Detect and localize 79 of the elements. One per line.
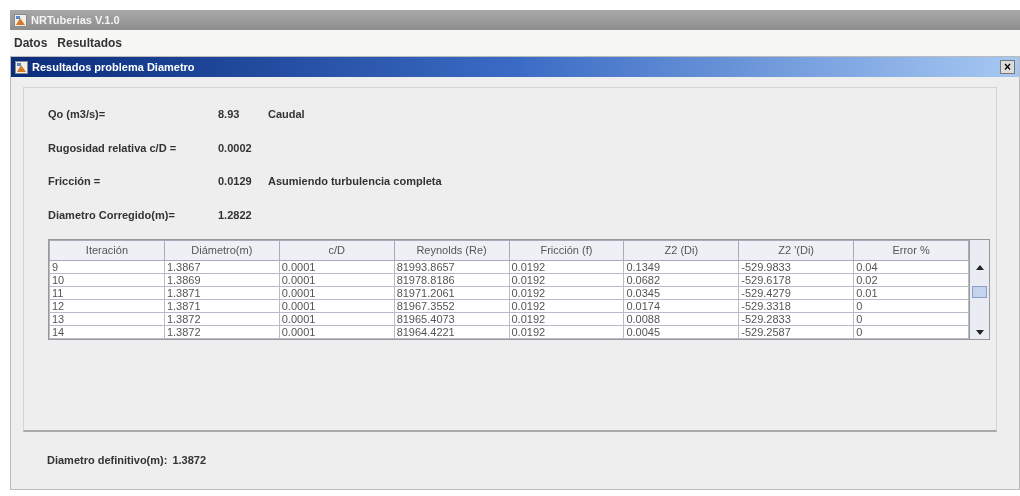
- table-cell: 0.0088: [623, 312, 739, 326]
- table-cell: 0.0001: [279, 312, 395, 326]
- field-value: 0.0129: [218, 174, 253, 189]
- table-cell: 14: [49, 325, 165, 339]
- table-cell: 13: [49, 312, 165, 326]
- table-cell: -529.2833: [738, 312, 854, 326]
- table-cell: 1.3871: [164, 286, 280, 300]
- table-cell: 0.02: [853, 273, 969, 287]
- menu-item[interactable]: Resultados: [57, 34, 123, 52]
- table-cell: 81978.8186: [394, 273, 509, 287]
- table-cell: 0.0001: [279, 260, 395, 274]
- field-value: 8.93: [218, 107, 241, 122]
- field-label: Diametro Corregido(m)=: [48, 207, 176, 223]
- table-cell: 0.0192: [509, 325, 624, 339]
- table-cell: 0.0682: [623, 273, 739, 287]
- frame-title: Resultados problema Diametro: [32, 59, 195, 75]
- table-cell: 10: [49, 273, 165, 287]
- table-cell: -529.9833: [738, 260, 854, 274]
- table-cell: 0.0192: [509, 312, 624, 326]
- table-cell: 0.01: [853, 286, 969, 300]
- table-cell: 0.0174: [623, 299, 739, 313]
- scroll-up-icon[interactable]: [975, 264, 984, 270]
- column-header: Diámetro(m): [164, 240, 280, 261]
- table-cell: 0.04: [853, 260, 969, 274]
- scroll-thumb[interactable]: [972, 286, 987, 298]
- scrollbar[interactable]: [969, 240, 989, 339]
- close-button[interactable]: ×: [1000, 60, 1015, 74]
- table-cell: 81993.8657: [394, 260, 509, 274]
- column-header: Z2 (Di): [623, 240, 739, 261]
- table-cell: 0.0192: [509, 260, 624, 274]
- table-cell: -529.4279: [738, 286, 854, 300]
- result-value: 1.3872: [172, 453, 207, 468]
- field-note: Asumiendo turbulencia completa: [268, 174, 443, 189]
- table-cell: 0: [853, 312, 969, 326]
- field-label: Fricción =: [48, 174, 102, 189]
- table-cell: -529.2587: [738, 325, 854, 339]
- table-cell: 81971.2061: [394, 286, 509, 300]
- table-cell: 0.0192: [509, 286, 624, 300]
- table-cell: 12: [49, 299, 165, 313]
- table-cell: 0: [853, 299, 969, 313]
- table-cell: 0.0192: [509, 273, 624, 287]
- window-title: NRTuberias V.1.0: [31, 12, 120, 28]
- table-cell: 0.0001: [279, 286, 395, 300]
- field-value: 0.0002: [218, 140, 253, 156]
- app-icon: [15, 60, 28, 74]
- table-cell: -529.3318: [738, 299, 854, 313]
- table-cell: 0.0001: [279, 299, 395, 313]
- table-cell: 1.3872: [164, 312, 280, 326]
- table-cell: 0.0001: [279, 273, 395, 287]
- field-label: Rugosidad relativa c/D =: [48, 140, 178, 156]
- table-cell: 0.0045: [623, 325, 739, 339]
- table-cell: 0: [853, 325, 969, 339]
- table-cell: 1.3872: [164, 325, 280, 339]
- table-cell: 81964.4221: [394, 325, 509, 339]
- scroll-down-icon[interactable]: [975, 329, 984, 335]
- table-cell: -529.6178: [738, 273, 854, 287]
- table-cell: 0.0345: [623, 286, 739, 300]
- column-header: Z2 '(Di): [738, 240, 854, 261]
- table-cell: 1.3867: [164, 260, 280, 274]
- field-note: Caudal: [268, 107, 306, 122]
- table-cell: 0.0001: [279, 325, 395, 339]
- table-cell: 9: [49, 260, 165, 274]
- column-header: Fricción (f): [509, 240, 624, 261]
- column-header: c/D: [279, 240, 395, 261]
- table-cell: 81967.3552: [394, 299, 509, 313]
- result-label: Diametro definitivo(m):: [47, 453, 168, 468]
- field-value: 1.2822: [218, 207, 253, 223]
- menu-item[interactable]: Datos: [14, 34, 48, 52]
- column-header: Reynolds (Re): [394, 240, 509, 261]
- table-cell: 11: [49, 286, 165, 300]
- column-header: Iteración: [49, 240, 165, 261]
- table-cell: 0.1349: [623, 260, 739, 274]
- table-cell: 81965.4073: [394, 312, 509, 326]
- table-cell: 1.3871: [164, 299, 280, 313]
- app-icon: [14, 13, 27, 27]
- table-cell: 0.0192: [509, 299, 624, 313]
- column-header: Error %: [853, 240, 969, 261]
- table-cell: 1.3869: [164, 273, 280, 287]
- field-label: Qo (m3/s)=: [48, 107, 107, 122]
